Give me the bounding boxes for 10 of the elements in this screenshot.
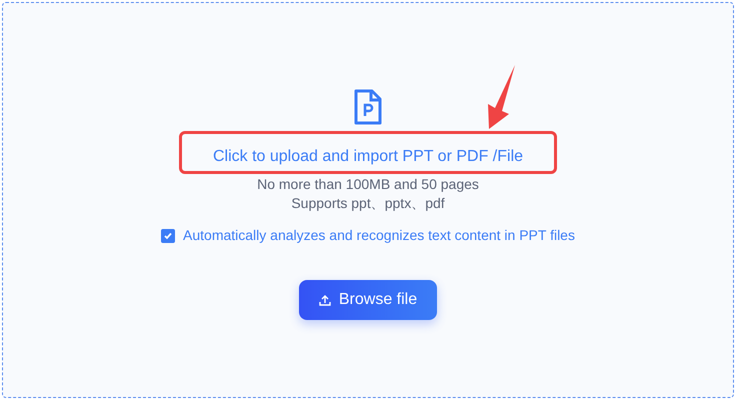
size-limit-text: No more than 100MB and 50 pages bbox=[257, 175, 479, 194]
analyze-option-label[interactable]: Automatically analyzes and recognizes text content in PPT files bbox=[183, 225, 575, 246]
ppt-file-icon bbox=[353, 89, 383, 125]
analyze-checkbox[interactable] bbox=[161, 228, 176, 242]
browse-file-button[interactable]: Browse file bbox=[299, 280, 437, 320]
upload-icon bbox=[318, 294, 331, 306]
checkmark-icon bbox=[163, 230, 174, 240]
upload-link[interactable]: Click to upload and import PPT or PDF /File bbox=[212, 145, 524, 169]
format-text: Supports ppt、pptx、pdf bbox=[291, 194, 445, 213]
upload-dropzone[interactable]: Click to upload and import PPT or PDF /File No more than 100MB and 50 pages Supports ppt、pptx、pdf Automatically analyzes and recognizes text content in PPT files Browse file bbox=[2, 2, 734, 398]
